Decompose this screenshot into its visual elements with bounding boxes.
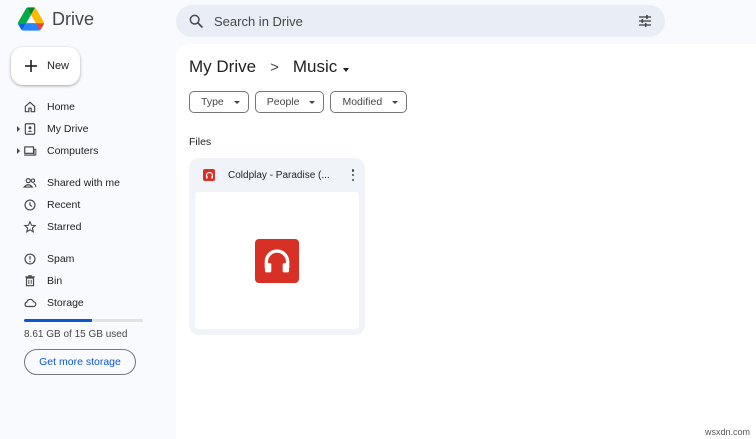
plus-icon [25,60,37,72]
sidebar-item-spam[interactable]: Spam [0,248,170,270]
shared-icon [23,178,37,188]
my-drive-icon [24,123,36,135]
chevron-down-icon [392,100,399,104]
sidebar-item-label: Computers [47,145,99,157]
breadcrumb: My Drive > Music [189,57,350,77]
filter-label: Type [201,96,224,108]
new-button[interactable]: New [11,47,80,85]
chevron-down-icon [233,100,240,104]
filter-label: Modified [342,96,383,108]
spam-icon [24,253,36,265]
home-icon [24,101,36,113]
computers-icon [24,146,37,156]
new-button-label: New [47,60,70,72]
filter-type-chip[interactable]: Type [189,91,249,113]
file-thumbnail[interactable] [195,192,359,329]
sidebar-item-label: Starred [47,221,82,233]
drive-logo[interactable]: Drive [18,7,94,31]
breadcrumb-separator: > [270,58,279,76]
sidebar-item-starred[interactable]: Starred [0,216,170,238]
sidebar-item-storage[interactable]: Storage [0,292,170,314]
get-more-storage-button[interactable]: Get more storage [24,349,136,375]
file-card[interactable]: Coldplay - Paradise (... [189,158,365,335]
search-icon[interactable] [188,13,204,29]
app-name: Drive [52,8,95,29]
sidebar-item-label: My Drive [47,123,89,135]
storage-used-text: 8.61 GB of 15 GB used [24,329,128,340]
storage-progress-fill [24,319,93,322]
breadcrumb-current-folder[interactable]: Music [292,57,350,77]
sidebar-item-home[interactable]: Home [0,96,170,118]
headphones-icon [255,238,299,283]
audio-file-icon [203,169,215,181]
search-input[interactable] [214,13,614,29]
filter-people-chip[interactable]: People [254,91,325,113]
files-section-label: Files [189,136,212,148]
breadcrumb-my-drive[interactable]: My Drive [189,57,256,77]
search-bar[interactable] [176,5,665,37]
sidebar-item-label: Bin [47,275,63,287]
file-name: Coldplay - Paradise (... [228,169,330,181]
chevron-down-icon [309,100,316,104]
search-options-icon[interactable] [637,13,653,29]
sidebar-item-label: Storage [47,297,84,309]
expand-arrow-icon[interactable] [17,148,20,154]
storage-progress-bar [24,319,143,322]
filter-label: People [266,96,300,108]
file-card-header: Coldplay - Paradise (... [189,158,365,192]
sidebar-item-label: Shared with me [47,177,120,189]
sidebar-item-label: Recent [47,199,81,211]
drive-logo-icon [18,7,44,31]
sidebar-item-computers[interactable]: Computers [0,140,170,162]
filter-modified-chip[interactable]: Modified [330,91,408,113]
trash-icon [25,275,35,287]
sidebar-item-bin[interactable]: Bin [0,270,170,292]
sidebar-item-label: Spam [47,253,75,265]
star-icon [23,220,37,233]
clock-icon [24,199,36,211]
sidebar-item-my-drive[interactable]: My Drive [0,118,170,140]
main-content: My Drive > Music Type People Modified Fi… [176,44,756,439]
sidebar-item-label: Home [47,101,76,113]
sidebar-item-shared[interactable]: Shared with me [0,172,170,194]
sidebar-item-recent[interactable]: Recent [0,194,170,216]
folder-menu-caret-icon [343,68,350,72]
filter-bar: Type People Modified [189,91,408,113]
current-folder-name: Music [292,57,338,76]
watermark-text: wsxdn.com [704,427,750,437]
more-options-icon[interactable] [351,169,355,181]
cloud-icon [24,298,37,308]
expand-arrow-icon[interactable] [17,126,20,132]
